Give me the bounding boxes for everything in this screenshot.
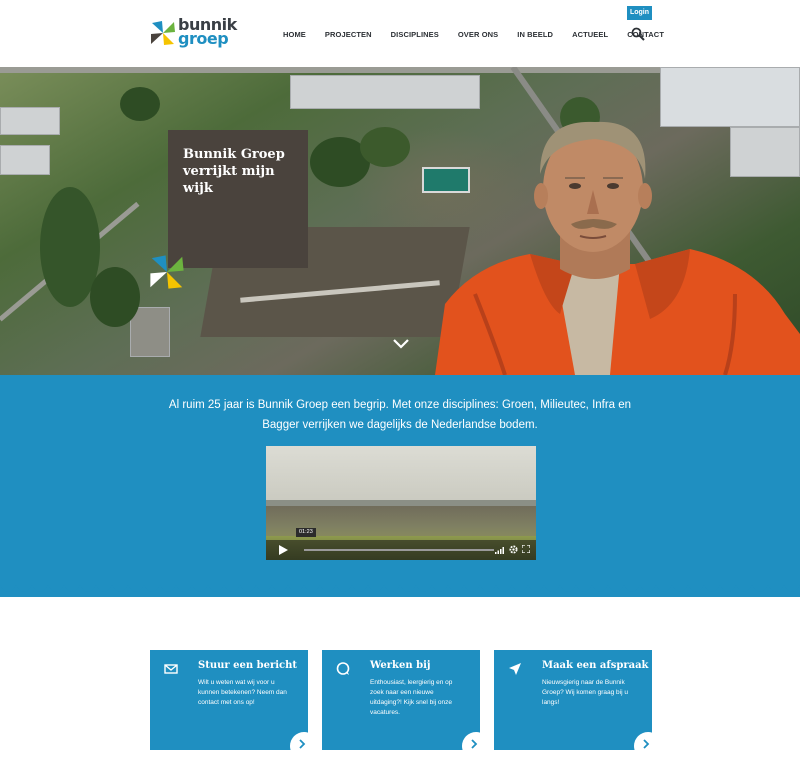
tree: [90, 267, 140, 327]
chat-icon: [336, 662, 350, 675]
logo-mark-icon: [150, 255, 184, 289]
card-text: Wilt u weten wat wij voor u kunnen betek…: [198, 679, 287, 706]
login-button[interactable]: Login: [627, 6, 652, 20]
card-arrow-button[interactable]: [290, 732, 308, 750]
nav-in-beeld[interactable]: IN BEELD: [517, 29, 553, 41]
fullscreen-icon[interactable]: [522, 545, 530, 553]
apartment-building: [0, 107, 60, 135]
search-icon[interactable]: [631, 27, 645, 41]
nav-disciplines[interactable]: DISCIPLINES: [391, 29, 439, 41]
logo-line-2: groep: [178, 29, 229, 48]
tree: [360, 127, 410, 167]
video-time: 01:23: [296, 528, 316, 537]
apartment-building: [0, 145, 50, 175]
card-text: Nieuwsgierig naar de Bunnik Groep? Wij k…: [542, 679, 628, 706]
chevron-right-icon: [643, 739, 650, 749]
tree: [120, 87, 160, 121]
card-title: Maak een afspraak: [542, 660, 649, 671]
mail-icon: [164, 664, 178, 674]
card-werken-bij[interactable]: Werken bij Enthousiast, leergierig en op…: [322, 650, 480, 750]
logo-mark-icon: [151, 21, 175, 45]
video-treeline: [266, 500, 536, 506]
nav-actueel[interactable]: ACTUEEL: [572, 29, 608, 41]
video-sky: [266, 446, 536, 506]
intro-text: Al ruim 25 jaar is Bunnik Groep een begr…: [168, 399, 632, 431]
intro-section: Al ruim 25 jaar is Bunnik Groep een begr…: [0, 375, 800, 597]
card-title: Stuur een bericht: [198, 660, 298, 671]
nav-home[interactable]: HOME: [283, 29, 306, 41]
bunnik-groep-logo[interactable]: bunnik groep: [150, 17, 240, 52]
nav-projecten[interactable]: PROJECTEN: [325, 29, 372, 41]
card-title: Werken bij: [370, 660, 431, 671]
gear-icon[interactable]: [509, 545, 518, 554]
chevron-right-icon: [471, 739, 478, 749]
volume-icon[interactable]: [495, 546, 505, 554]
card-arrow-button[interactable]: [634, 732, 652, 750]
play-icon[interactable]: [276, 544, 290, 556]
site-header: bunnik groep Login HOME PROJECTEN DISCIP…: [0, 0, 800, 67]
main-nav: HOME PROJECTEN DISCIPLINES OVER ONS IN B…: [283, 29, 683, 41]
chevron-down-icon[interactable]: [391, 337, 411, 351]
card-stuur-een-bericht[interactable]: Stuur een bericht Wilt u weten wat wij v…: [150, 650, 308, 750]
wave-divider: [0, 585, 800, 592]
building-roof: [130, 307, 170, 357]
card-text: Enthousiast, leergierig en op zoek naar …: [370, 679, 453, 716]
location-arrow-icon: [509, 663, 521, 675]
video-progress-bar[interactable]: [304, 549, 494, 551]
chevron-right-icon: [299, 739, 306, 749]
card-maak-een-afspraak[interactable]: Maak een afspraak Nieuwsgierig naar de B…: [494, 650, 652, 750]
apartment-building: [290, 75, 480, 109]
hero-banner: Bunnik Groep verrijkt mijn wijk: [0, 67, 800, 375]
video-player[interactable]: 01:23: [266, 446, 536, 560]
card-arrow-button[interactable]: [462, 732, 480, 750]
hero-headline: Bunnik Groep verrijkt mijn wijk: [183, 147, 285, 196]
worker-portrait: [435, 121, 800, 375]
nav-over-ons[interactable]: OVER ONS: [458, 29, 498, 41]
